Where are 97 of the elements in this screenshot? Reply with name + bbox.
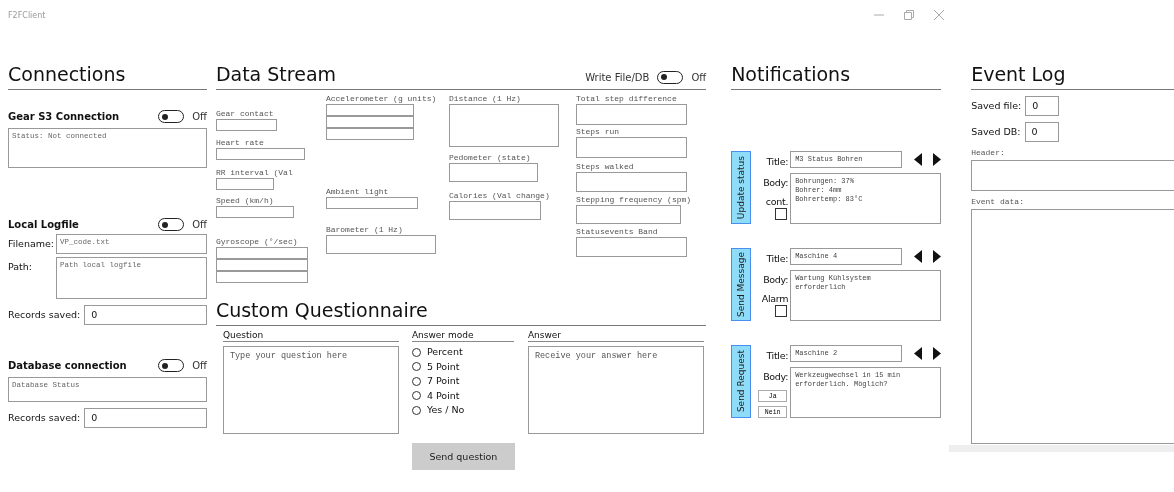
sensor-label: Accelerometer (g units) (325, 93, 437, 104)
sensor-field[interactable] (325, 104, 414, 116)
previous-icon[interactable] (914, 347, 923, 360)
restore-icon[interactable] (904, 10, 914, 20)
sensor-field[interactable] (575, 104, 687, 125)
header-label: Header: (971, 148, 1006, 157)
close-icon[interactable] (934, 10, 944, 20)
records-field[interactable]: 0 (84, 305, 207, 325)
send-button[interactable]: Update status (731, 151, 752, 224)
toggle-label: Off (691, 71, 707, 83)
filename-label: Filename: (8, 237, 52, 251)
sensor-field[interactable] (575, 137, 687, 158)
sensor-label: Ambient light (325, 186, 389, 197)
toggle-label: Write File/DB (585, 71, 650, 83)
toggle-label: Off (192, 111, 207, 122)
sensor-field[interactable] (325, 116, 414, 128)
sensor-field[interactable] (215, 148, 305, 160)
question-field[interactable]: Type your question here (222, 346, 399, 434)
sensor-field[interactable] (448, 163, 538, 182)
sensor-label: Steps walked (575, 161, 634, 172)
next-icon[interactable] (933, 250, 942, 263)
sensor-field[interactable] (215, 271, 308, 283)
radio-option[interactable]: Percent (411, 345, 514, 360)
sensor-label: Total step difference (575, 93, 677, 104)
toggle-label: Off (192, 360, 207, 371)
send-button[interactable]: Send Request (731, 345, 752, 418)
sensor-field[interactable] (325, 235, 436, 254)
answer-mode-label: Answer mode (411, 329, 514, 342)
section-heading: Data Stream (215, 62, 337, 86)
next-icon[interactable] (933, 347, 942, 360)
previous-icon[interactable] (914, 250, 923, 263)
sensor-field[interactable] (575, 237, 687, 257)
records-label: Records saved: (8, 308, 81, 322)
window-title: F2FClient (8, 10, 46, 20)
section-heading: Event Log (971, 62, 1067, 86)
toggle-label: Off (192, 219, 207, 230)
sensor-label: Speed (km/h) (215, 195, 274, 206)
section-title: Gear S3 Connection (8, 111, 120, 122)
next-icon[interactable] (933, 153, 942, 166)
section-title: Database connection (8, 360, 127, 371)
section-title: Local Logfile (8, 219, 79, 230)
sensor-field[interactable] (215, 119, 277, 131)
sensor-label: Stepping frequency (spm) (575, 194, 692, 205)
title-label: Title: (766, 252, 789, 266)
sensor-label: Steps run (575, 126, 620, 137)
body-label: Body: (763, 370, 789, 384)
checkbox-label: cont. (765, 195, 789, 208)
sensor-label: Calories (Val change) (448, 190, 550, 201)
sensor-field[interactable] (448, 201, 541, 220)
sensor-label: Barometer (1 Hz) (325, 224, 403, 235)
saved-db-field[interactable]: 0 (1024, 122, 1059, 142)
sensor-label: Distance (1 Hz) (448, 93, 521, 104)
previous-icon[interactable] (914, 153, 923, 166)
sensor-label: RR interval (Val (215, 167, 293, 178)
path-label: Path: (8, 260, 34, 274)
checkbox[interactable] (775, 208, 788, 220)
radio-option[interactable]: Yes / No (411, 403, 514, 418)
title-label: Title: (766, 155, 789, 169)
question-label: Question (222, 329, 399, 342)
sensor-field[interactable] (215, 247, 308, 259)
answer-field[interactable]: Receive your answer here (527, 346, 704, 434)
section-heading: Notifications (731, 62, 852, 86)
sensor-field[interactable] (575, 205, 681, 224)
sensor-field[interactable] (215, 259, 308, 271)
event-data-field[interactable] (971, 209, 1174, 444)
radio-option[interactable]: 4 Point (411, 388, 514, 403)
radio-option[interactable]: 7 Point (411, 374, 514, 389)
sensor-field[interactable] (325, 128, 414, 140)
send-question-button[interactable]: Send question (411, 442, 515, 470)
radio-option[interactable]: 5 Point (411, 359, 514, 374)
sensor-label: Statusevents Band (575, 226, 658, 237)
saved-db-label: Saved DB: (971, 125, 1021, 139)
send-button[interactable]: Send Message (731, 248, 752, 321)
saved-file-field[interactable]: 0 (1025, 96, 1060, 116)
sensor-field[interactable] (215, 206, 294, 218)
body-label: Body: (763, 176, 789, 190)
answer-label: Answer (527, 329, 704, 342)
saved-file-label: Saved file: (971, 99, 1022, 113)
sensor-field[interactable] (448, 104, 559, 147)
sensor-label: Gear contact (215, 108, 274, 119)
sensor-label: Gyroscope (°/sec) (215, 236, 298, 247)
records-field[interactable]: 0 (84, 408, 207, 428)
section-heading: Custom Questionnaire (215, 298, 429, 322)
section-heading: Connections (8, 62, 127, 86)
sensor-field[interactable] (215, 178, 274, 190)
body-label: Body: (763, 273, 789, 287)
event-data-label: Event data: (971, 197, 1025, 206)
scrollbar[interactable] (949, 445, 1174, 452)
header-field[interactable] (971, 160, 1174, 191)
title-label: Title: (766, 349, 789, 363)
sensor-field[interactable] (325, 197, 418, 209)
checkbox[interactable] (775, 305, 788, 317)
sensor-label: Pedometer (state) (448, 152, 531, 163)
sensor-field[interactable] (575, 172, 687, 192)
sensor-label: Heart rate (215, 137, 264, 148)
records-label: Records saved: (8, 411, 81, 425)
checkbox-label: Alarm (761, 292, 789, 305)
